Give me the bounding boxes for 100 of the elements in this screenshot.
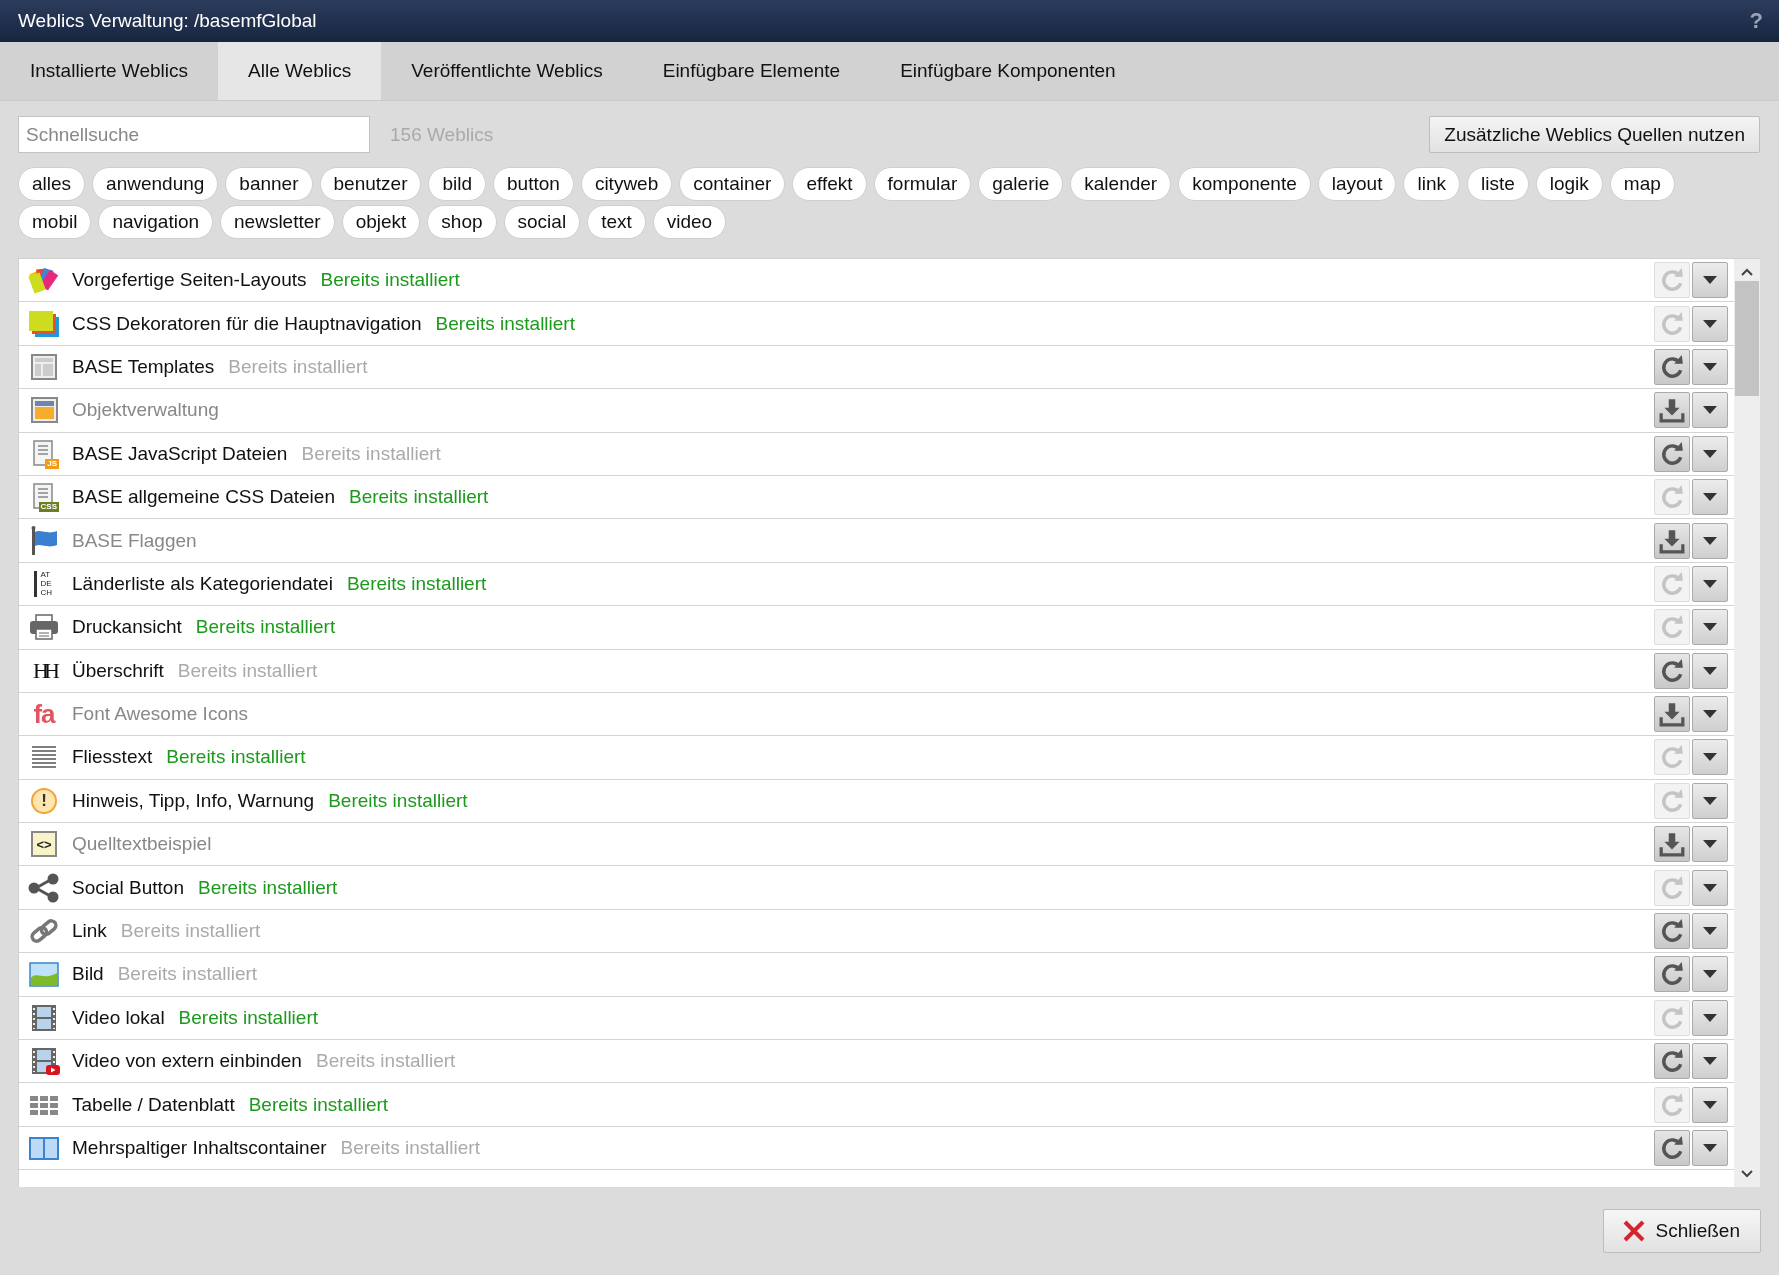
dropdown-button[interactable] [1692,739,1728,776]
tag-filter[interactable]: galerie [978,167,1064,201]
dropdown-button[interactable] [1692,479,1728,516]
tag-filter[interactable]: cityweb [580,167,673,201]
dropdown-button[interactable] [1692,1086,1728,1123]
tag-filter[interactable]: shop [427,205,497,239]
download-button[interactable] [1654,826,1690,863]
tag-filter[interactable]: liste [1466,167,1529,201]
scroll-up-icon[interactable] [1740,267,1754,277]
scroll-down-icon[interactable] [1740,1169,1754,1179]
dropdown-button[interactable] [1692,348,1728,385]
tag-filter[interactable]: alles [18,167,86,201]
caret-icon [1703,276,1717,285]
tag-filter[interactable]: container [679,167,786,201]
tag-filter[interactable]: map [1609,167,1675,201]
dropdown-button[interactable] [1692,999,1728,1036]
tag-filter[interactable]: komponente [1178,167,1311,201]
reload-icon [1659,1135,1685,1161]
weblic-name: Video von extern einbinden [72,1050,302,1073]
tab[interactable]: Einfügbare Komponenten [870,42,1146,100]
reload-button[interactable] [1654,435,1690,472]
tag-filter[interactable]: logik [1535,167,1603,201]
reload-icon [1659,1091,1685,1118]
dropdown-button[interactable] [1692,869,1728,906]
download-button[interactable] [1654,696,1690,733]
dropdown-button[interactable] [1692,262,1728,299]
tag-filter[interactable]: button [493,167,574,201]
dropdown-button[interactable] [1692,565,1728,602]
caret-icon [1703,579,1717,588]
dropdown-button[interactable] [1692,782,1728,819]
install-status: Bereits installiert [328,789,468,812]
tag-filter[interactable]: kalender [1070,167,1172,201]
tag-filter[interactable]: effekt [792,167,867,201]
tag-filter[interactable]: link [1403,167,1460,201]
dropdown-button[interactable] [1692,392,1728,429]
download-icon [1659,831,1685,858]
tab[interactable]: Veröffentlichte Weblics [381,42,633,100]
reload-button[interactable] [1654,956,1690,993]
install-status: Bereits installiert [177,659,318,682]
install-status: Bereits installiert [346,572,487,595]
tag-filter[interactable]: anwendung [92,167,219,201]
dropdown-button[interactable] [1692,826,1728,863]
weblic-name: Font Awesome Icons [72,703,249,726]
help-icon[interactable]: ? [1749,8,1763,34]
reload-icon [1659,353,1685,380]
dropdown-button[interactable] [1692,696,1728,733]
tag-filter[interactable]: banner [225,167,313,201]
reload-button[interactable] [1654,1043,1690,1080]
caret-icon [1703,1013,1717,1022]
download-icon [1659,527,1685,554]
tag-filter[interactable]: objekt [341,205,421,239]
download-button[interactable] [1654,392,1690,429]
dropdown-button[interactable] [1692,956,1728,993]
dropdown-button[interactable] [1692,305,1728,342]
sources-button[interactable]: Zusätzliche Weblics Quellen nutzen [1429,116,1760,153]
tag-filter[interactable]: navigation [98,205,214,239]
warning-icon: ! [31,787,57,814]
weblic-name: BASE Flaggen [72,529,197,552]
weblic-name: Tabelle / Datenblatt [72,1093,235,1116]
tag-filter[interactable]: social [503,205,581,239]
close-button[interactable]: Schließen [1602,1209,1761,1253]
dropdown-button[interactable] [1692,913,1728,950]
tab[interactable]: Einfügbare Elemente [632,42,871,100]
tag-filter[interactable]: text [587,205,646,239]
install-status: Bereits installiert [166,746,306,769]
reload-button[interactable] [1654,652,1690,689]
dropdown-button[interactable] [1692,522,1728,559]
scrollbar[interactable] [1734,259,1760,1187]
tab[interactable]: Installierte Weblics [0,42,219,100]
dropdown-button[interactable] [1692,609,1728,646]
caret-icon [1703,927,1717,936]
tag-filter[interactable]: benutzer [319,167,422,201]
weblic-name: BASE Templates [72,355,215,378]
tag-filter[interactable]: mobil [18,205,92,239]
dropdown-button[interactable] [1692,1130,1728,1166]
dropdown-button[interactable] [1692,435,1728,472]
dropdown-button[interactable] [1692,652,1728,689]
heading-icon: HH [27,655,61,686]
install-status: Bereits installiert [435,312,575,335]
tag-filter[interactable]: newsletter [220,205,335,239]
download-button[interactable] [1654,522,1690,559]
tab[interactable]: Alle Weblics [218,42,382,100]
reload-button[interactable] [1654,348,1690,385]
install-status: Bereits installiert [320,269,460,292]
caret-icon [1703,1100,1717,1109]
scroll-thumb[interactable] [1735,281,1759,396]
reload-button[interactable] [1654,913,1690,950]
tag-filter[interactable]: bild [428,167,487,201]
reload-button[interactable] [1654,1130,1690,1166]
caret-icon [1703,536,1717,545]
tag-filter[interactable]: formular [873,167,972,201]
reload-icon [1659,918,1685,945]
tag-filter[interactable]: video [652,205,727,239]
install-status: Bereits installiert [197,876,338,899]
install-status: Bereits installiert [195,616,336,639]
search-field[interactable]: Schnellsuche [18,116,370,153]
dropdown-button[interactable] [1692,1043,1728,1080]
install-status: Bereits installiert [340,1137,480,1159]
tag-filter[interactable]: layout [1317,167,1397,201]
caret-icon [1703,406,1717,415]
